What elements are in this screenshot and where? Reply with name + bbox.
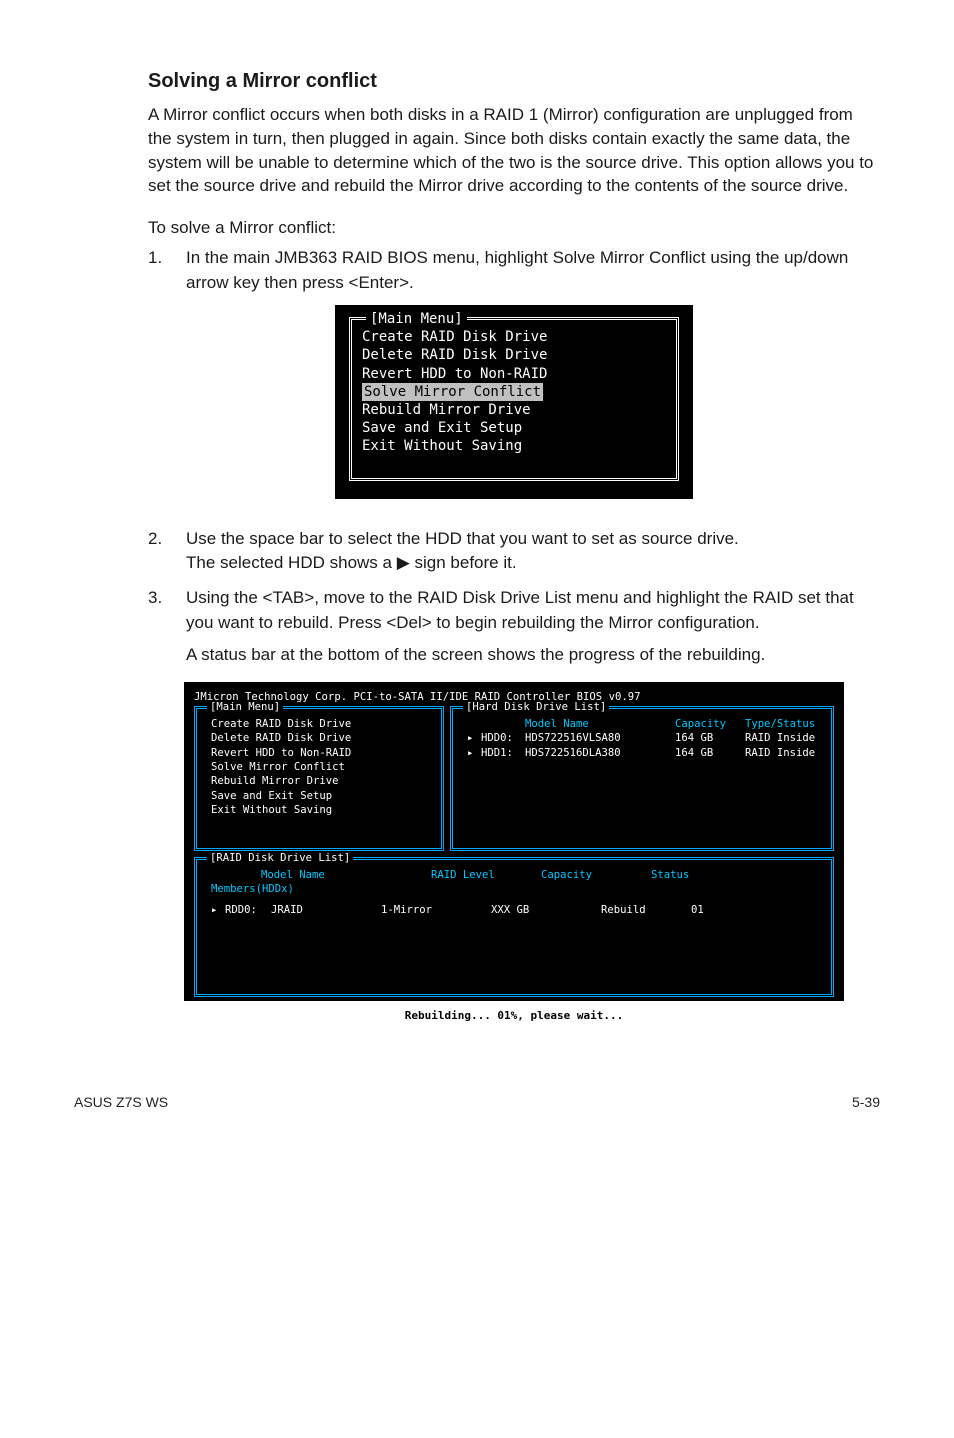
menu-item: Delete RAID Disk Drive bbox=[362, 346, 666, 364]
step-2-line-a: Use the space bar to select the HDD that… bbox=[186, 527, 880, 552]
hdd-row: ▸ HDD1: HDS722516DLA380 164 GB RAID Insi… bbox=[467, 746, 821, 760]
step-3-number: 3. bbox=[148, 586, 186, 668]
menu-item: Save and Exit Setup bbox=[362, 419, 666, 437]
menu-item: Solve Mirror Conflict bbox=[211, 760, 431, 774]
menu-item: Create RAID Disk Drive bbox=[362, 328, 666, 346]
step-3-line-a: Using the <TAB>, move to the RAID Disk D… bbox=[186, 586, 880, 635]
selection-arrow-icon: ▸ bbox=[211, 903, 225, 917]
step-2-line-b: The selected HDD shows a ▶ sign before i… bbox=[186, 551, 880, 576]
section-heading: Solving a Mirror conflict bbox=[148, 70, 880, 93]
main-menu-terminal: [Main Menu] Create RAID Disk Drive Delet… bbox=[335, 305, 693, 498]
members-label: Members(HDDx) bbox=[211, 882, 821, 896]
menu-item: Exit Without Saving bbox=[362, 437, 666, 455]
menu-item: Exit Without Saving bbox=[211, 803, 431, 817]
hdd-row: ▸ HDD0: HDS722516VLSA80 164 GB RAID Insi… bbox=[467, 731, 821, 745]
menu-item: Delete RAID Disk Drive bbox=[211, 731, 431, 745]
bios-hdd-list-title: [Hard Disk Drive List] bbox=[463, 700, 609, 714]
triangle-icon: ▶ bbox=[397, 551, 410, 576]
menu-item-highlighted: Solve Mirror Conflict bbox=[362, 383, 666, 401]
menu-item: Revert HDD to Non-RAID bbox=[211, 746, 431, 760]
progress-bar: Rebuilding... 01%, please wait... bbox=[194, 1007, 834, 1024]
menu-item: Save and Exit Setup bbox=[211, 789, 431, 803]
selection-arrow-icon: ▸ bbox=[467, 731, 481, 745]
step-2-text: Use the space bar to select the HDD that… bbox=[186, 527, 880, 576]
footer-page-number: 5-39 bbox=[852, 1094, 880, 1110]
step-1-text: In the main JMB363 RAID BIOS menu, highl… bbox=[186, 246, 880, 295]
raid-header-row: Model Name RAID Level Capacity Status bbox=[211, 868, 821, 882]
step-2-number: 2. bbox=[148, 527, 186, 576]
hdd-header-row: . Model Name Capacity Type/Status bbox=[467, 717, 821, 731]
raid-row: ▸ RDD0: JRAID 1-Mirror XXX GB Rebuild 01 bbox=[211, 903, 821, 917]
bios-main-menu-title: [Main Menu] bbox=[207, 700, 283, 714]
bios-terminal: JMicron Technology Corp. PCI-to-SATA II/… bbox=[184, 682, 844, 1001]
step-3-text: Using the <TAB>, move to the RAID Disk D… bbox=[186, 586, 880, 668]
intro-paragraph: A Mirror conflict occurs when both disks… bbox=[148, 103, 880, 198]
to-solve-label: To solve a Mirror conflict: bbox=[148, 216, 880, 240]
step-1-number: 1. bbox=[148, 246, 186, 295]
bios-hdd-list-panel: [Hard Disk Drive List] . Model Name Capa… bbox=[450, 706, 834, 851]
main-menu-frame-title: [Main Menu] bbox=[366, 310, 467, 328]
bios-raid-list-title: [RAID Disk Drive List] bbox=[207, 851, 353, 865]
menu-item: Create RAID Disk Drive bbox=[211, 717, 431, 731]
menu-item: Revert HDD to Non-RAID bbox=[362, 365, 666, 383]
bios-raid-list-panel: [RAID Disk Drive List] Model Name RAID L… bbox=[194, 857, 834, 997]
bios-main-menu-panel: [Main Menu] Create RAID Disk Drive Delet… bbox=[194, 706, 444, 851]
menu-item: Rebuild Mirror Drive bbox=[211, 774, 431, 788]
selection-arrow-icon: ▸ bbox=[467, 746, 481, 760]
footer-left: ASUS Z7S WS bbox=[74, 1094, 168, 1110]
menu-item: Rebuild Mirror Drive bbox=[362, 401, 666, 419]
step-3-line-b: A status bar at the bottom of the screen… bbox=[186, 643, 880, 668]
